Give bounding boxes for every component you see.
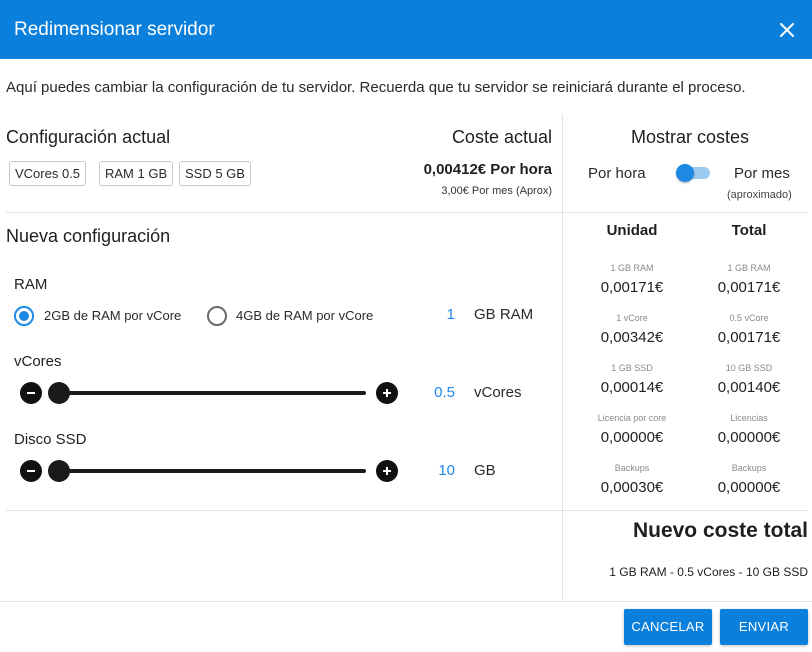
- current-config-title: Configuración actual: [6, 127, 171, 147]
- cell-caption: Backups: [731, 463, 767, 473]
- radio-2gb-label[interactable]: 2GB de RAM por vCore: [44, 308, 181, 323]
- ram-unit: GB RAM: [474, 306, 534, 323]
- ram-label: RAM: [14, 276, 48, 293]
- cell-caption: 0.5 vCore: [729, 313, 769, 323]
- footer-divider: [0, 601, 812, 602]
- toggle-label-month[interactable]: Por mes: [734, 165, 790, 182]
- vcores-minus-button[interactable]: [20, 382, 42, 404]
- cell-caption: Backups: [614, 463, 650, 473]
- disk-unit: GB: [474, 462, 496, 479]
- cancel-button[interactable]: CANCELAR: [624, 609, 712, 645]
- disk-plus-button[interactable]: [376, 460, 398, 482]
- chip-ram: RAM 1 GB: [99, 161, 174, 186]
- cell-caption: 1 GB SSD: [611, 363, 653, 373]
- plus-icon: [383, 389, 391, 397]
- toggle-month-note: (aproximado): [727, 189, 792, 201]
- cell-value: 0,00030€: [600, 479, 664, 496]
- chip-ssd: SSD 5 GB: [179, 161, 251, 186]
- cost-period-toggle[interactable]: [676, 164, 710, 182]
- col-head-unit: Unidad: [606, 222, 658, 239]
- intro-text: Aquí puedes cambiar la configuración de …: [6, 79, 746, 96]
- current-cost-month: 3,00€ Por mes (Aprox): [441, 185, 552, 197]
- radio-4gb-per-vcore[interactable]: [207, 306, 227, 326]
- radio-4gb-label[interactable]: 4GB de RAM por vCore: [236, 308, 373, 323]
- current-cost-hour: 0,00412€ Por hora: [423, 161, 552, 178]
- vcores-value: 0.5: [434, 384, 455, 401]
- disk-minus-button[interactable]: [20, 460, 42, 482]
- cell-value: 0,00171€: [717, 329, 781, 346]
- plus-icon: [383, 467, 391, 475]
- cell-value: 0,00171€: [717, 279, 781, 296]
- ram-value: 1: [446, 306, 455, 323]
- current-cost-title: Coste actual: [451, 127, 552, 147]
- close-button[interactable]: [776, 19, 798, 41]
- cell-value: 0,00000€: [600, 429, 664, 446]
- vcores-slider-thumb[interactable]: [48, 382, 70, 404]
- vcores-label: vCores: [14, 353, 62, 370]
- cell-value: 0,00171€: [600, 279, 664, 296]
- show-costs-title: Mostrar costes: [631, 127, 750, 147]
- cell-value: 0,00342€: [600, 329, 664, 346]
- cell-caption: Licencias: [730, 413, 768, 423]
- new-total-summary: 1 GB RAM - 0.5 vCores - 10 GB SSD: [609, 565, 808, 579]
- cell-caption: 1 vCore: [616, 313, 648, 323]
- col-head-total: Total: [731, 222, 767, 239]
- vcores-slider-track[interactable]: [50, 391, 366, 395]
- minus-icon: [27, 470, 35, 472]
- cell-value: 0,00014€: [600, 379, 664, 396]
- vcores-plus-button[interactable]: [376, 382, 398, 404]
- disk-slider-thumb[interactable]: [48, 460, 70, 482]
- new-config-title: Nueva configuración: [6, 226, 171, 246]
- submit-button[interactable]: ENVIAR: [720, 609, 808, 645]
- cell-caption: 10 GB SSD: [725, 363, 773, 373]
- cell-caption: Licencia por core: [597, 413, 667, 423]
- toggle-label-hour[interactable]: Por hora: [588, 165, 646, 182]
- new-total-title: Nuevo coste total: [632, 519, 808, 542]
- disk-value: 10: [438, 462, 455, 479]
- radio-2gb-per-vcore[interactable]: [14, 306, 34, 326]
- dialog-header: Redimensionar servidor: [0, 0, 812, 59]
- dialog-title: Redimensionar servidor: [14, 18, 215, 40]
- cell-value: 0,00000€: [717, 479, 781, 496]
- section-divider-top: [6, 212, 808, 213]
- section-divider-bottom: [6, 510, 808, 511]
- cell-caption: 1 GB RAM: [727, 263, 771, 273]
- minus-icon: [27, 392, 35, 394]
- cell-value: 0,00140€: [717, 379, 781, 396]
- disk-label: Disco SSD: [14, 431, 87, 448]
- column-divider: [562, 114, 563, 600]
- cell-caption: 1 GB RAM: [610, 263, 654, 273]
- toggle-knob: [676, 164, 694, 182]
- cell-value: 0,00000€: [717, 429, 781, 446]
- chip-vcores: VCores 0.5: [9, 161, 87, 186]
- disk-slider-track[interactable]: [50, 469, 366, 473]
- close-icon: [780, 22, 794, 37]
- vcores-unit: vCores: [474, 384, 522, 401]
